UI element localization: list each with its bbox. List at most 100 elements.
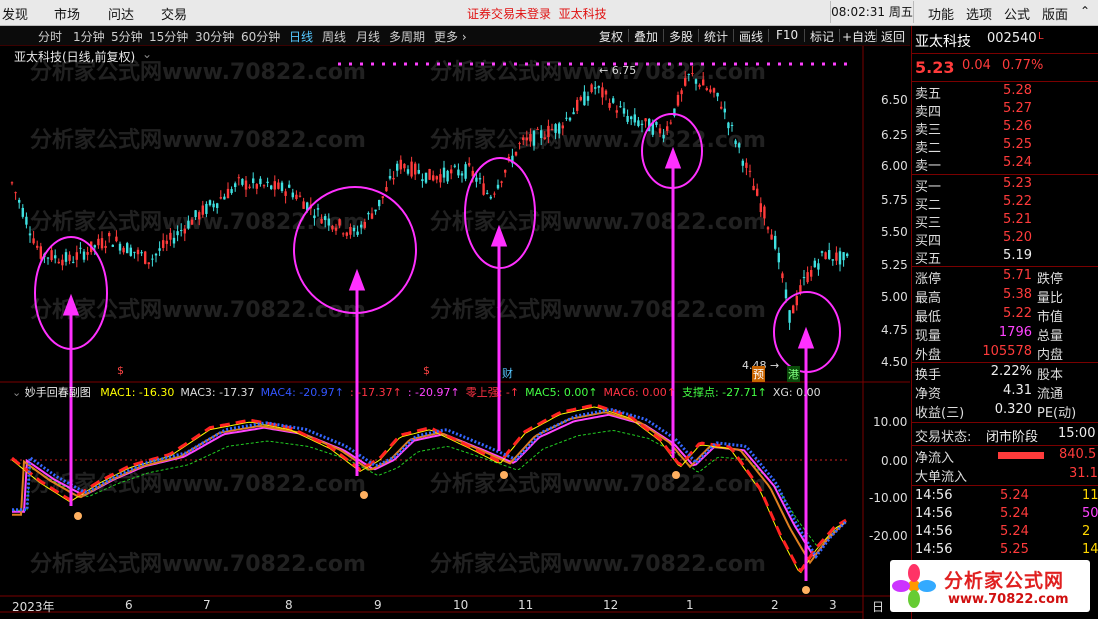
dividend-marker[interactable]: $ (423, 364, 430, 377)
mac4-dotted-line (12, 408, 848, 560)
menu-trade[interactable]: 交易 (161, 4, 187, 23)
hk-marker[interactable]: 港 (787, 366, 800, 382)
tick-volume: 11 (1082, 488, 1098, 503)
candle-body (828, 250, 831, 259)
candle-body (583, 91, 586, 106)
candle-body (414, 163, 417, 175)
stock-flag: L (1038, 31, 1044, 42)
candle-body (626, 115, 629, 122)
stat-row: 现量 1796 总量 (914, 325, 1097, 344)
net-inflow-bar (998, 452, 1044, 459)
period-multi[interactable]: 多周期 (389, 28, 425, 45)
candle-body (666, 126, 669, 131)
menu-market[interactable]: 市场 (54, 4, 80, 23)
candle-body (529, 134, 532, 142)
tool-draw[interactable]: 画线 (739, 28, 763, 45)
tool-multistock[interactable]: 多股 (669, 28, 693, 45)
candle-body (349, 227, 352, 235)
row-label: 卖五 (915, 87, 942, 102)
candle-body (57, 261, 60, 264)
tick-row: 14:56 5.25 14 (914, 542, 1098, 560)
candle-body (370, 213, 374, 219)
candle-body (14, 192, 17, 194)
x-axis-label: 8 (285, 598, 293, 612)
login-status[interactable]: 证券交易未登录 亚太科技 (467, 5, 607, 22)
row-label: 买一 (915, 180, 942, 195)
candle-body (176, 231, 179, 236)
period-60min[interactable]: 60分钟 (241, 28, 280, 45)
finance-marker[interactable]: 财 (502, 365, 513, 381)
row-value: 5.28 (1003, 83, 1032, 98)
candle-body (450, 169, 453, 174)
menu-layout[interactable]: 版面 (1042, 4, 1068, 23)
menu-discover[interactable]: 发现 (2, 4, 28, 23)
candle-body (842, 252, 845, 261)
tick-price: 5.24 (1000, 506, 1029, 521)
candle-body (284, 191, 287, 196)
tool-overlay[interactable]: 叠加 (634, 28, 658, 45)
period-daily[interactable]: 日线 (289, 28, 313, 45)
candle-body (568, 117, 572, 121)
tool-f10[interactable]: F10 (776, 28, 798, 42)
candle-body (550, 128, 554, 130)
quote-panel: 亚太科技 002540 L 5.23 0.04 0.77% 交易状态: 闭市阶段… (911, 26, 1098, 619)
candle-body (403, 163, 406, 169)
tool-stats[interactable]: 统计 (704, 28, 728, 45)
period-more[interactable]: 更多 › (434, 28, 467, 45)
chevron-up-icon[interactable]: ⌃ (1080, 4, 1090, 18)
tool-add-favorite[interactable]: +自选 (842, 28, 876, 45)
candlestick-series (10, 65, 849, 330)
indicator-value: MAC4: -20.97↑ (260, 386, 344, 399)
period-1min[interactable]: 1分钟 (73, 28, 105, 45)
tool-back[interactable]: 返回 (881, 28, 905, 45)
row-label: 外盘 (915, 348, 942, 363)
candle-body (216, 203, 219, 208)
kline-chart[interactable] (0, 46, 910, 619)
row-label: 最高 (915, 291, 942, 306)
candle-body (205, 203, 208, 214)
menu-wenda[interactable]: 问达 (108, 4, 134, 23)
row-label: 卖四 (915, 105, 942, 120)
candle-body (180, 230, 183, 232)
stat-row: 换手 2.22% 股本 (914, 364, 1097, 383)
stat-row: 收益(三) 0.320 PE(动) (914, 402, 1097, 421)
chevron-down-icon[interactable]: ⌄ (142, 47, 152, 61)
indicator-name[interactable]: 妙手回春副图 (25, 386, 91, 399)
candle-body (824, 252, 827, 260)
row-label: 买四 (915, 234, 942, 249)
tool-mark[interactable]: 标记 (810, 28, 834, 45)
candle-body (727, 122, 730, 129)
period-monthly[interactable]: 月线 (356, 28, 380, 45)
dividend-marker[interactable]: $ (117, 364, 124, 377)
row-label: 收益(三) (915, 406, 965, 421)
row-value: 5.25 (1003, 137, 1032, 152)
row-label: 换手 (915, 368, 942, 383)
menu-function[interactable]: 功能 (928, 4, 954, 23)
period-weekly[interactable]: 周线 (322, 28, 346, 45)
chart-area[interactable]: 分析家公式网www.70822.com 分析家公式网www.70822.com … (0, 46, 910, 619)
candle-body (748, 170, 752, 172)
candle-body (694, 79, 698, 84)
candle-body (716, 92, 719, 97)
menu-options[interactable]: 选项 (966, 4, 992, 23)
candle-body (684, 78, 687, 86)
candle-body (18, 199, 21, 203)
row-value: 5.23 (1003, 176, 1032, 191)
price-tick: 4.75 (881, 323, 908, 337)
period-15min[interactable]: 15分钟 (149, 28, 188, 45)
menu-formula[interactable]: 公式 (1004, 4, 1030, 23)
tick-price: 5.25 (1000, 542, 1029, 557)
candle-body (554, 124, 557, 133)
forecast-marker[interactable]: 预 (752, 366, 765, 382)
period-30min[interactable]: 30分钟 (195, 28, 234, 45)
candle-body (334, 227, 338, 231)
period-intraday[interactable]: 分时 (38, 28, 62, 45)
tool-adjust[interactable]: 复权 (599, 28, 623, 45)
period-toolbar: 分时 1分钟 5分钟 15分钟 30分钟 60分钟 日线 周线 月线 多周期 更… (0, 26, 910, 46)
row-value: 5.20 (1003, 230, 1032, 245)
candle-body (64, 252, 68, 262)
bid-row: 买三 5.21 (914, 212, 1097, 231)
chevron-down-icon[interactable]: ⌄ (12, 386, 21, 399)
candle-body (464, 164, 467, 179)
period-5min[interactable]: 5分钟 (111, 28, 143, 45)
